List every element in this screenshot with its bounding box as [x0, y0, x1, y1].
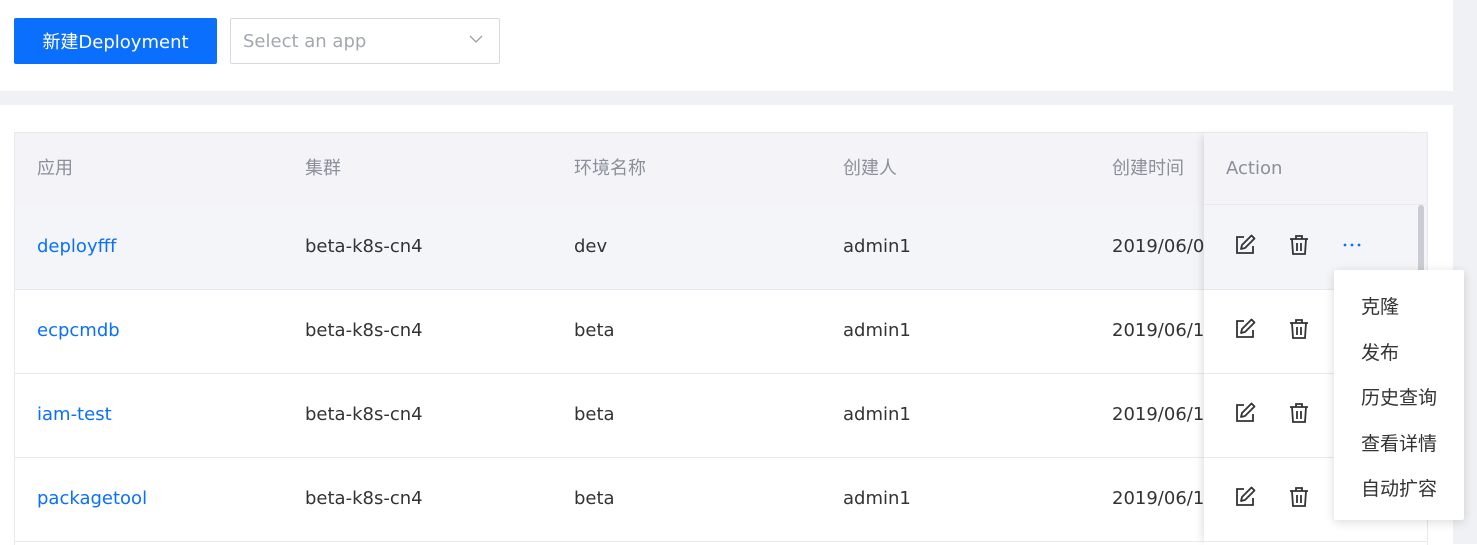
toolbar: 新建Deployment Select an app	[0, 0, 1453, 91]
app-select[interactable]: Select an app	[230, 18, 500, 64]
section-divider	[0, 91, 1453, 105]
edit-icon[interactable]	[1233, 233, 1257, 257]
menu-item-clone[interactable]: 克隆	[1361, 292, 1399, 319]
trash-icon[interactable]	[1287, 485, 1311, 509]
app-link[interactable]: iam-test	[37, 373, 287, 457]
trash-icon[interactable]	[1287, 317, 1311, 341]
edit-icon[interactable]	[1233, 485, 1257, 509]
cluster-cell: beta-k8s-cn4	[305, 236, 423, 257]
edit-icon[interactable]	[1233, 401, 1257, 425]
col-header-creator: 创建人	[843, 158, 897, 179]
cluster-cell: beta-k8s-cn4	[305, 320, 423, 341]
col-header-cluster: 集群	[305, 158, 341, 179]
chevron-down-icon	[469, 35, 483, 43]
creator-cell: admin1	[843, 488, 911, 509]
cluster-cell: beta-k8s-cn4	[305, 488, 423, 509]
created-time-cell: 2019/06/1	[1112, 404, 1204, 425]
app-link[interactable]: deployfff	[37, 205, 287, 289]
edit-icon[interactable]	[1233, 317, 1257, 341]
creator-cell: admin1	[843, 404, 911, 425]
created-time-cell: 2019/06/1	[1112, 320, 1204, 341]
env-cell: beta	[574, 488, 615, 509]
trash-icon[interactable]	[1287, 401, 1311, 425]
create-deployment-button[interactable]: 新建Deployment	[14, 18, 217, 64]
app-link[interactable]: ecpcmdb	[37, 289, 287, 373]
trash-icon[interactable]	[1287, 233, 1311, 257]
more-actions-menu: 克隆 发布 历史查询 查看详情 自动扩容	[1334, 270, 1464, 520]
menu-item-history[interactable]: 历史查询	[1361, 383, 1437, 410]
env-cell: dev	[574, 236, 608, 257]
app-select-placeholder: Select an app	[243, 30, 367, 52]
created-time-cell: 2019/06/1	[1112, 488, 1204, 509]
env-cell: beta	[574, 404, 615, 425]
cluster-cell: beta-k8s-cn4	[305, 404, 423, 425]
menu-item-details[interactable]: 查看详情	[1361, 429, 1437, 456]
col-header-created-time: 创建时间	[1112, 158, 1184, 179]
menu-item-autoscale[interactable]: 自动扩容	[1361, 474, 1437, 501]
env-cell: beta	[574, 320, 615, 341]
app-link[interactable]: packagetool	[37, 457, 287, 541]
menu-item-publish[interactable]: 发布	[1361, 338, 1399, 365]
col-header-action-cell: Action	[1204, 133, 1426, 205]
creator-cell: admin1	[843, 320, 911, 341]
created-time-cell: 2019/06/0	[1112, 236, 1204, 257]
more-icon[interactable]	[1342, 233, 1362, 257]
col-header-action: Action	[1226, 158, 1283, 179]
col-header-env: 环境名称	[574, 158, 646, 179]
creator-cell: admin1	[843, 236, 911, 257]
col-header-app: 应用	[37, 158, 73, 179]
